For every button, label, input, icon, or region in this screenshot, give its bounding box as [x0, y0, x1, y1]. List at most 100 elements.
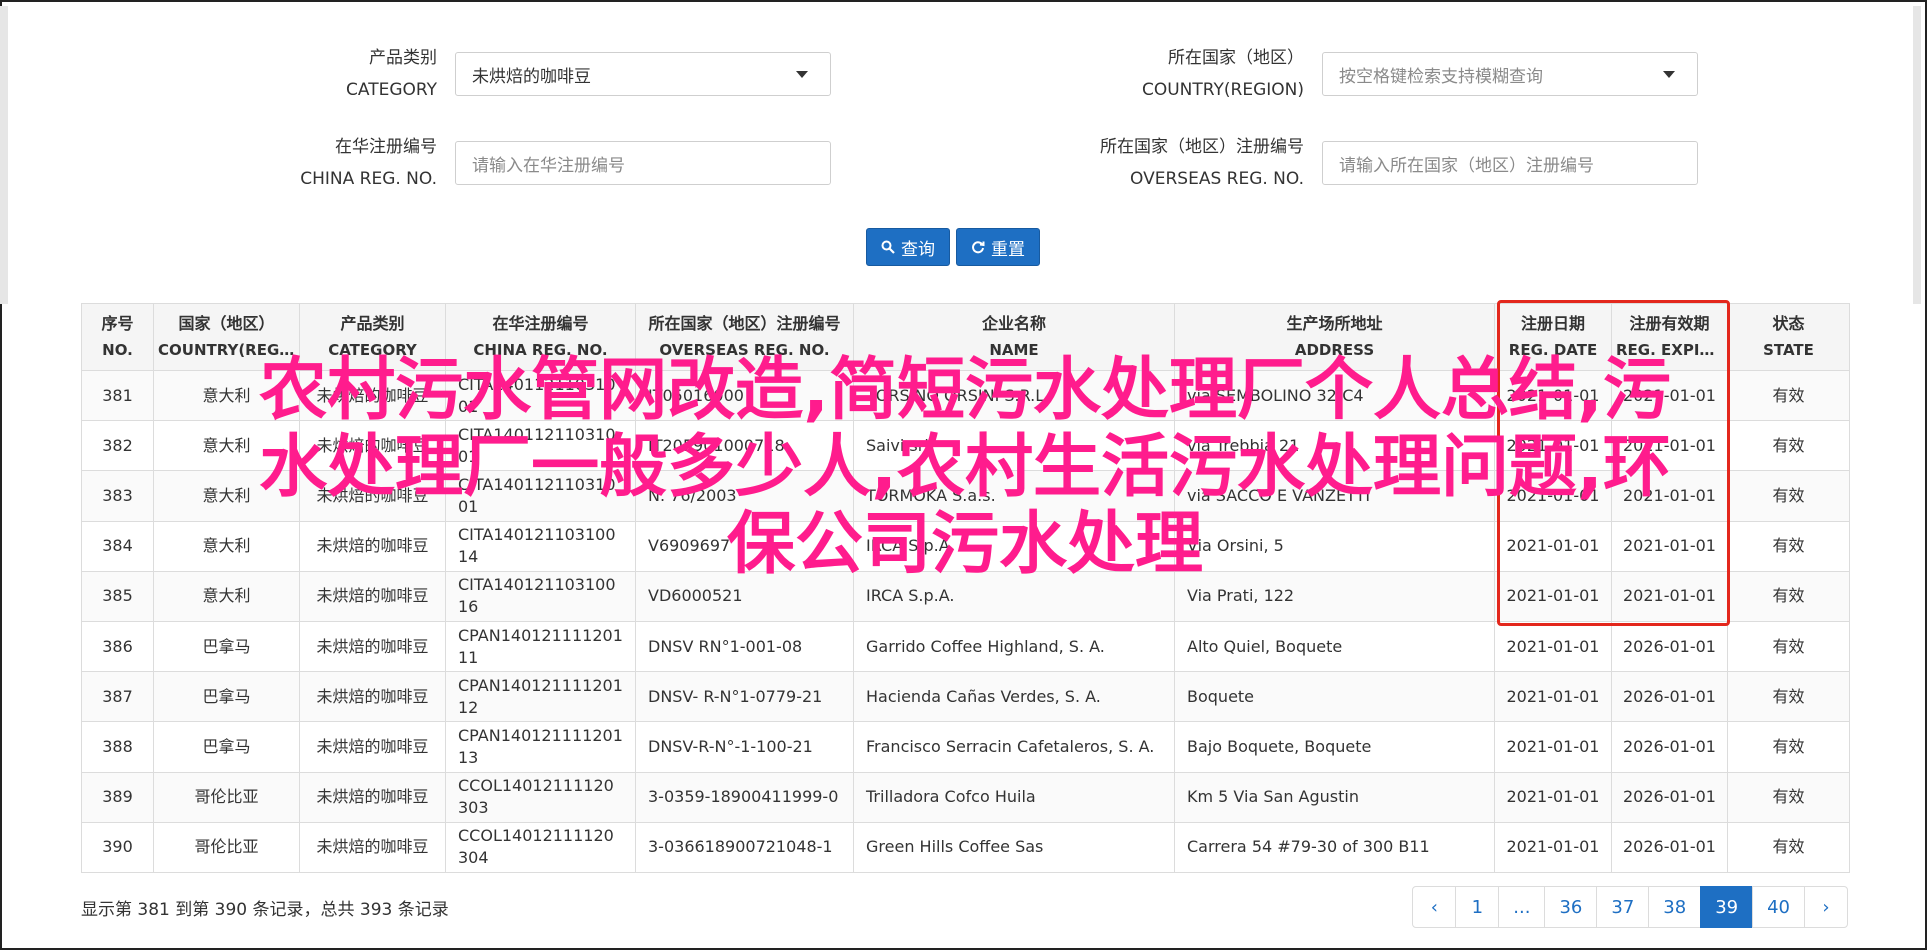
table-cell: 意大利 — [153, 520, 300, 572]
page-36[interactable]: 36 — [1544, 886, 1598, 928]
pagination: ‹ 1... 36 37 38 39 40 › — [1412, 886, 1848, 928]
next-page-button[interactable]: › — [1804, 886, 1848, 928]
scrollbar-right[interactable] — [1913, 6, 1921, 304]
page-1[interactable]: 1 — [1455, 886, 1500, 928]
table-row[interactable]: 389 哥伦比亚 未烘焙的咖啡豆 CCOL14012111120303 3-0359-1… — [81, 771, 1850, 823]
table-cell: 未烘焙的咖啡豆 — [299, 821, 446, 873]
column-header[interactable]: 产品类别 CATEGORY — [299, 303, 446, 371]
table-cell: 2021-01-01 — [1611, 520, 1728, 572]
table-cell: CITA14011211031001 — [445, 470, 636, 522]
column-header-cn: 注册有效期 — [1629, 314, 1710, 333]
page-38[interactable]: 38 — [1648, 886, 1702, 928]
column-header-cn: 所在国家（地区）注册编号 — [648, 314, 841, 333]
column-header[interactable]: 生产场所地址 ADDRESS — [1174, 303, 1495, 371]
table-cell: 381 — [81, 369, 154, 422]
table-row[interactable]: 381 意大利 未烘焙的咖啡豆 CITA14011211031001 IT0501600… — [81, 369, 1850, 422]
table-cell: 2021-01-01 — [1611, 369, 1728, 422]
prev-page-button[interactable]: ‹ — [1412, 886, 1457, 928]
table-cell: 387 — [81, 671, 154, 723]
table-cell: 未烘焙的咖啡豆 — [299, 771, 446, 823]
page-37[interactable]: 37 — [1596, 886, 1650, 928]
table-cell: Francisco Serracin Cafetaleros, S. A. — [853, 721, 1175, 773]
column-header-en: CATEGORY — [328, 341, 417, 359]
table-cell: CITA14011211031001 — [445, 420, 636, 472]
table-row[interactable]: 385 意大利 未烘焙的咖啡豆 CITA140121103100 16 VD600052… — [81, 570, 1850, 622]
column-header[interactable]: 在华注册编号 CHINA REG. NO. — [445, 303, 636, 371]
search-button-label: 查询 — [901, 239, 935, 260]
table-cell: 未烘焙的咖啡豆 — [299, 369, 446, 422]
table-cell: 巴拿马 — [153, 671, 300, 723]
column-header[interactable]: 所在国家（地区）注册编号 OVERSEAS REG. NO. — [635, 303, 854, 371]
china-reg-input[interactable]: 请输入在华注册编号 — [455, 141, 831, 185]
table-row[interactable]: 387 巴拿马 未烘焙的咖啡豆 CPAN14012111120112 DNSV- R-N… — [81, 671, 1850, 723]
page-ellipsis: ... — [1498, 886, 1546, 928]
table-row[interactable]: 382 意大利 未烘焙的咖啡豆 CITA14011211031001 IT2059010… — [81, 420, 1850, 472]
column-header[interactable]: 企业名称 NAME — [853, 303, 1175, 371]
table-cell: Saivi srl — [853, 420, 1175, 472]
table-cell: 2021-01-01 — [1494, 369, 1612, 422]
table-row[interactable]: 390 哥伦比亚 未烘焙的咖啡豆 CCOL14012111120304 3-036618… — [81, 821, 1850, 873]
table-row[interactable]: 388 巴拿马 未烘焙的咖啡豆 CPAN14012111120113 DNSV-R-N°… — [81, 721, 1850, 773]
table-cell: 哥伦比亚 — [153, 821, 300, 873]
table-cell: CITA14011211031001 — [445, 369, 636, 422]
page-39[interactable]: 39 — [1700, 886, 1754, 928]
table-cell: CPAN14012111120112 — [445, 671, 636, 723]
column-header-en: ADDRESS — [1294, 341, 1375, 359]
table-row[interactable]: 383 意大利 未烘焙的咖啡豆 CITA14011211031001 N. 76/200… — [81, 470, 1850, 522]
column-header[interactable]: 序号 NO. — [81, 303, 154, 371]
table-cell: via Trebbia 21 — [1174, 420, 1495, 472]
table-cell: via SEMBOLINO 32/C4 — [1174, 369, 1495, 422]
table-cell: 2021-01-01 — [1494, 570, 1612, 622]
overseas-reg-input[interactable]: 请输入所在国家（地区）注册编号 — [1322, 141, 1698, 185]
table-cell: via SACCO E VANZETTI — [1174, 470, 1495, 522]
table-cell: TORMOKA S.a.s. — [853, 470, 1175, 522]
table-row[interactable]: 386 巴拿马 未烘焙的咖啡豆 CPAN14012111120111 DNSV RN°1… — [81, 620, 1850, 673]
overseas-reg-filter-row: 所在国家（地区）注册编号 OVERSEAS REG. NO. 请输入所在国家（地… — [1054, 131, 1698, 195]
table-cell: Bajo Boquete, Boquete — [1174, 721, 1495, 773]
column-header-en: STATE — [1763, 341, 1814, 359]
reset-button-label: 重置 — [991, 239, 1025, 260]
column-header-en: CHINA REG. NO. — [473, 341, 608, 359]
column-header-en: COUNTRY(REGIO... — [158, 341, 295, 359]
table-cell: 2026-01-01 — [1611, 620, 1728, 673]
reset-button[interactable]: 重置 — [956, 228, 1040, 266]
column-header[interactable]: 注册日期 REG. DATE — [1494, 303, 1612, 371]
country-filter-row: 所在国家（地区） COUNTRY(REGION) 按空格键检索支持模糊查询 — [1104, 42, 1698, 106]
table-cell: IT205901000718 — [635, 420, 854, 472]
china-reg-label: 在华注册编号 CHINA REG. NO. — [300, 137, 437, 189]
column-header-en: NAME — [989, 341, 1039, 359]
column-header-cn: 企业名称 — [981, 314, 1046, 333]
search-button[interactable]: 查询 — [866, 228, 950, 266]
table-cell: 2021-01-01 — [1494, 821, 1612, 873]
page-40[interactable]: 40 — [1752, 886, 1805, 928]
table-cell: 巴拿马 — [153, 620, 300, 673]
column-header[interactable]: 注册有效期 REG. EXPIRE ... — [1611, 303, 1728, 371]
scrollbar-left[interactable] — [0, 6, 8, 304]
table-cell: 有效 — [1727, 570, 1850, 622]
table-cell: 意大利 — [153, 420, 300, 472]
country-select[interactable]: 按空格键检索支持模糊查询 — [1322, 52, 1698, 96]
table-row[interactable]: 384 意大利 未烘焙的咖啡豆 CITA140121103100 14 V6909697… — [81, 520, 1850, 572]
table-cell: 385 — [81, 570, 154, 622]
china-reg-placeholder: 请输入在华注册编号 — [472, 155, 625, 176]
category-select[interactable]: 未烘焙的咖啡豆 — [455, 52, 831, 96]
table-cell: Carrera 54 #79-30 of 300 B11 — [1174, 821, 1495, 873]
column-header[interactable]: 状态 STATE — [1727, 303, 1850, 371]
overseas-reg-label: 所在国家（地区）注册编号 OVERSEAS REG. NO. — [1100, 137, 1304, 189]
table-cell: 384 — [81, 520, 154, 572]
table-cell: Garrido Coffee Highland, S. A. — [853, 620, 1175, 673]
column-header-cn: 国家（地区） — [178, 314, 275, 333]
table-cell: 2021-01-01 — [1611, 470, 1728, 522]
table-cell: 390 — [81, 821, 154, 873]
table-cell: 388 — [81, 721, 154, 773]
table-cell: 未烘焙的咖啡豆 — [299, 671, 446, 723]
category-filter-row: 产品类别 CATEGORY 未烘焙的咖啡豆 — [300, 42, 831, 106]
table-cell: 有效 — [1727, 721, 1850, 773]
country-label: 所在国家（地区） COUNTRY(REGION) — [1141, 48, 1304, 100]
table-body: 381 意大利 未烘焙的咖啡豆 CITA14011211031001 IT0501600… — [81, 369, 1850, 873]
table-cell: CCOL14012111120304 — [445, 821, 636, 873]
table-cell: Via Prati, 122 — [1174, 570, 1495, 622]
table-cell: 2026-01-01 — [1611, 671, 1728, 723]
column-header-cn: 状态 — [1772, 314, 1805, 333]
column-header[interactable]: 国家（地区） COUNTRY(REGIO... — [153, 303, 300, 371]
